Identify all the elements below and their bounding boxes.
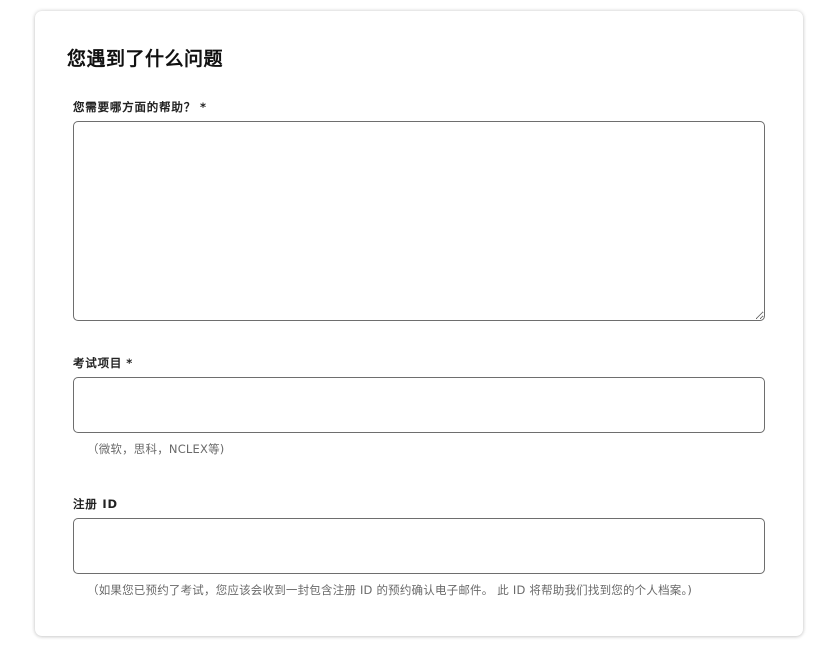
required-asterisk: * (126, 356, 134, 370)
exam-program-label-text: 考试项目 (73, 356, 123, 370)
exam-program-input[interactable] (73, 377, 765, 433)
required-asterisk: * (200, 100, 207, 114)
problem-form-card: 您遇到了什么问题 您需要哪方面的帮助？ * 考试项目 * （微软，思科，NCLEX等… (35, 11, 803, 636)
help-needed-label: 您需要哪方面的帮助？ * (73, 99, 207, 115)
help-needed-label-text: 您需要哪方面的帮助？ (73, 100, 196, 114)
exam-program-hint: （微软，思科，NCLEX等) (87, 442, 225, 456)
registration-id-hint: （如果您已预约了考试，您应该会收到一封包含注册 ID 的预约确认电子邮件。 此 … (87, 583, 693, 597)
registration-id-input[interactable] (73, 518, 765, 574)
help-needed-textarea[interactable] (73, 121, 765, 321)
registration-id-label-text: 注册 ID (73, 497, 118, 511)
exam-program-label: 考试项目 * (73, 355, 133, 371)
registration-id-label: 注册 ID (73, 496, 118, 512)
form-title: 您遇到了什么问题 (67, 48, 224, 70)
